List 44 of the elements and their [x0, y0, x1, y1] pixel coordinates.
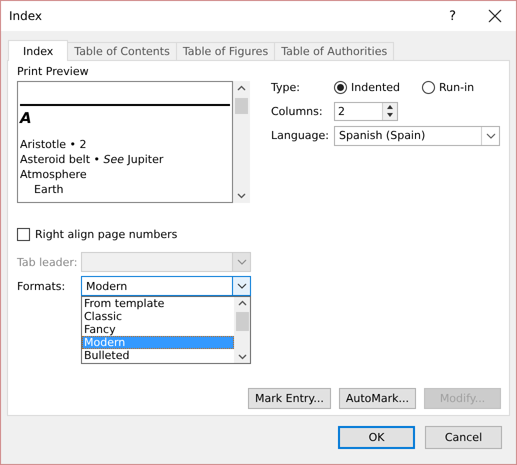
scroll-thumb[interactable]	[235, 98, 248, 114]
language-dropdown[interactable]: Spanish (Spain)	[334, 126, 500, 146]
radio-label: Run-in	[439, 81, 474, 94]
chevron-down-icon[interactable]	[486, 132, 496, 138]
chevron-down-icon[interactable]	[236, 283, 246, 289]
scroll-down-icon[interactable]	[238, 354, 246, 360]
columns-label: Columns:	[271, 105, 324, 118]
dialog-button[interactable]: Cancel	[425, 426, 502, 449]
preview-heading: A	[20, 109, 33, 127]
window-title: Index	[9, 9, 44, 23]
scroll-up-icon[interactable]	[237, 85, 246, 91]
checkbox[interactable]	[17, 228, 30, 241]
preview-entry: Atmosphere	[20, 167, 88, 182]
scroll-thumb[interactable]	[236, 312, 248, 331]
type-label: Type:	[271, 81, 301, 94]
preview-subentry: Earth	[33, 182, 64, 197]
scroll-up-icon[interactable]	[238, 300, 246, 306]
dialog-button[interactable]: AutoMark...	[338, 388, 416, 409]
format-option[interactable]: Fancy	[82, 323, 234, 336]
format-option[interactable]: Bulleted	[82, 349, 234, 362]
preview-entry: Asteroid belt • See Jupiter	[20, 152, 164, 167]
tab[interactable]: Table of Figures	[176, 42, 276, 60]
formats-dropdown[interactable]: Modern	[81, 276, 251, 296]
radio-label: Indented	[351, 81, 400, 94]
scrollbar[interactable]	[233, 81, 250, 203]
radio-button[interactable]	[334, 81, 347, 94]
scrollbar[interactable]	[234, 297, 250, 363]
tab[interactable]: Table of Authorities	[274, 42, 394, 60]
help-button[interactable]: ?	[449, 8, 456, 24]
columns-spinner[interactable]: 2	[334, 102, 398, 121]
formats-label: Formats:	[17, 279, 66, 293]
close-icon[interactable]	[488, 9, 502, 23]
tab[interactable]: Index	[8, 40, 68, 61]
dialog-button[interactable]: Mark Entry...	[248, 388, 331, 409]
format-option[interactable]: From template	[82, 297, 234, 310]
dialog-button[interactable]: OK	[338, 426, 415, 449]
language-label: Language:	[271, 129, 330, 142]
radio-button[interactable]	[422, 81, 436, 94]
scroll-down-icon[interactable]	[237, 193, 246, 199]
checkbox-label: Right align page numbers	[35, 228, 178, 241]
format-option[interactable]: Classic	[82, 310, 234, 323]
tab-leader-label: Tab leader:	[17, 256, 78, 268]
preview-label: Print Preview	[17, 65, 90, 78]
preview-entry: Aristotle • 2	[20, 137, 88, 152]
